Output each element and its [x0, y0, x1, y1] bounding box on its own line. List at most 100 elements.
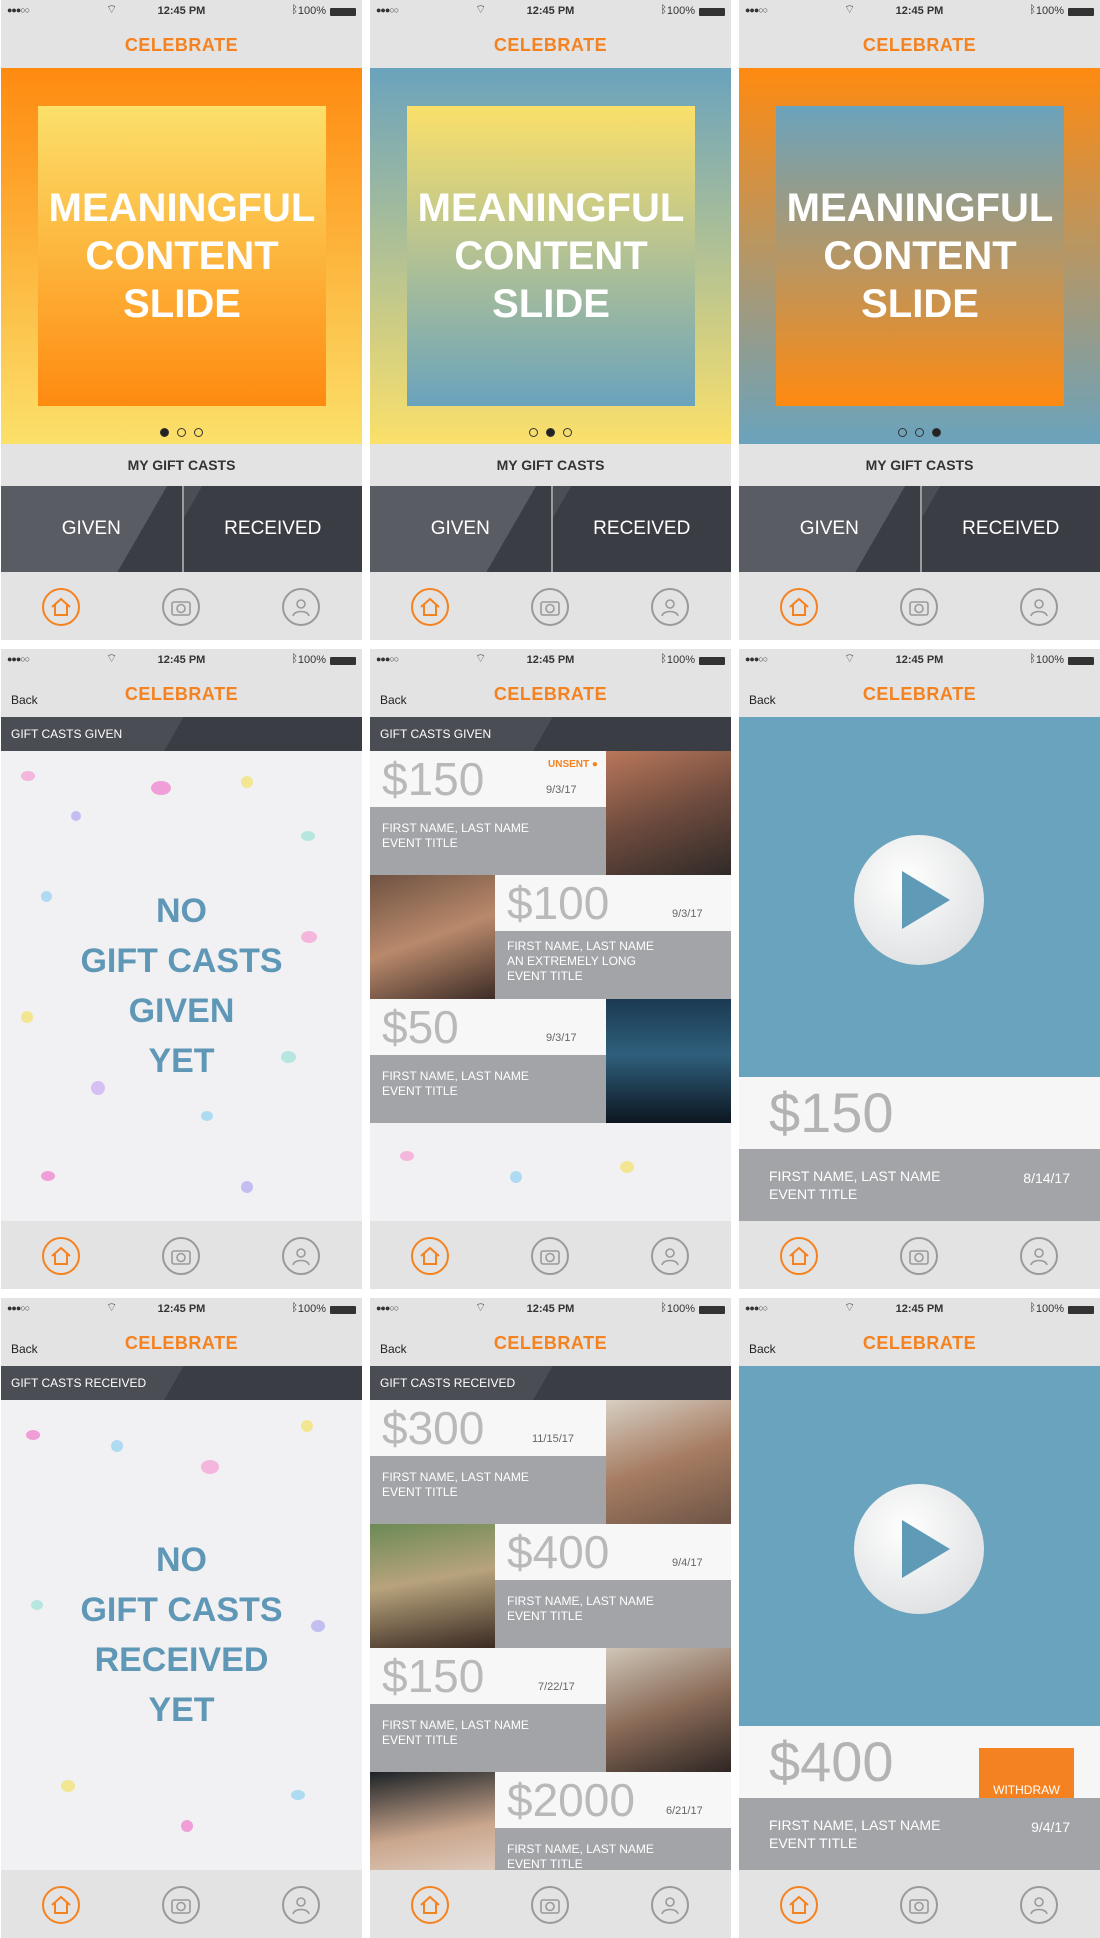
unsent-label: UNSENT — [548, 759, 590, 770]
profile-icon[interactable] — [1020, 588, 1058, 626]
pager-dots[interactable] — [1, 424, 362, 442]
given-received-tabs: GIVEN RECEIVED — [1, 486, 362, 572]
gift-amount: $150 — [739, 1077, 1100, 1149]
profile-icon[interactable] — [282, 588, 320, 626]
gift-date: 9/3/17 — [672, 908, 703, 920]
battery-percent: 100% — [297, 654, 326, 666]
pager-dot[interactable] — [898, 428, 907, 437]
header: Back CELEBRATE — [370, 1320, 731, 1366]
list-item[interactable]: $150 UNSENT ● 9/3/17 FIRST NAME, LAST NA… — [370, 751, 731, 875]
bottom-tab-bar — [370, 1870, 731, 1938]
slide-background[interactable]: MEANINGFUL CONTENT SLIDE — [739, 68, 1100, 444]
status-bar: ●●●○○ ⌔ 12:45 PM ᛒ 100% — [1, 649, 362, 671]
profile-icon[interactable] — [651, 588, 689, 626]
pager-dot[interactable] — [177, 428, 186, 437]
tab-given[interactable]: GIVEN — [739, 486, 920, 572]
profile-icon[interactable] — [651, 1237, 689, 1275]
camera-icon[interactable] — [162, 1886, 200, 1924]
home-icon[interactable] — [411, 588, 449, 626]
section-header: GIFT CASTS GIVEN — [370, 717, 731, 751]
pager-dot[interactable] — [194, 428, 203, 437]
empty-line-2: GIFT CASTS — [80, 1591, 283, 1629]
pager-dot[interactable] — [563, 428, 572, 437]
pager-dot[interactable] — [915, 428, 924, 437]
gift-info: FIRST NAME, LAST NAME EVENT TITLE — [370, 807, 606, 875]
tab-received[interactable]: RECEIVED — [181, 486, 362, 572]
header: Back CELEBRATE — [1, 1320, 362, 1366]
sender-name: FIRST NAME, LAST NAME — [769, 1817, 941, 1833]
bottom-tab-bar — [1, 572, 362, 640]
home-icon[interactable] — [780, 1886, 818, 1924]
slide-line-2: CONTENT — [85, 234, 279, 278]
camera-icon[interactable] — [900, 588, 938, 626]
camera-icon[interactable] — [900, 1237, 938, 1275]
profile-icon[interactable] — [651, 1886, 689, 1924]
list-item[interactable]: $50 9/3/17 FIRST NAME, LAST NAME EVENT TI… — [370, 999, 731, 1123]
gift-photo — [370, 1524, 495, 1648]
status-bar: ●●●○○ ⌔ 12:45 PM ᛒ 100% — [739, 649, 1100, 671]
camera-icon[interactable] — [900, 1886, 938, 1924]
pager-dots[interactable] — [739, 424, 1100, 442]
pager-dot[interactable] — [932, 428, 941, 437]
battery-icon — [330, 657, 356, 665]
battery-percent: 100% — [1035, 5, 1064, 17]
app-title: CELEBRATE — [493, 1333, 608, 1353]
bottom-tab-bar — [370, 572, 731, 640]
gift-info: FIRST NAME, LAST NAME EVENT TITLE — [370, 1055, 606, 1123]
gift-photo — [606, 751, 731, 875]
header: Back CELEBRATE — [739, 1320, 1100, 1366]
app-title: CELEBRATE — [862, 684, 977, 704]
home-icon[interactable] — [42, 1237, 80, 1275]
play-icon — [902, 871, 950, 929]
app-title: CELEBRATE — [124, 1333, 239, 1353]
slide-background[interactable]: MEANINGFUL CONTENT SLIDE — [1, 68, 362, 444]
pager-dot[interactable] — [546, 428, 555, 437]
pager-dot[interactable] — [529, 428, 538, 437]
tab-given[interactable]: GIVEN — [370, 486, 551, 572]
camera-icon[interactable] — [531, 588, 569, 626]
pager-dot[interactable] — [160, 428, 169, 437]
camera-icon[interactable] — [531, 1886, 569, 1924]
app-title: CELEBRATE — [124, 684, 239, 704]
profile-icon[interactable] — [282, 1886, 320, 1924]
camera-icon[interactable] — [162, 588, 200, 626]
tab-received[interactable]: RECEIVED — [550, 486, 731, 572]
bottom-tab-bar — [739, 1870, 1100, 1938]
tab-received[interactable]: RECEIVED — [919, 486, 1100, 572]
pager-dots[interactable] — [370, 424, 731, 442]
home-icon[interactable] — [42, 1886, 80, 1924]
camera-icon[interactable] — [531, 1237, 569, 1275]
list-item[interactable]: $400 9/4/17 FIRST NAME, LAST NAME EVENT T… — [370, 1524, 731, 1648]
tab-given[interactable]: GIVEN — [1, 486, 182, 572]
play-button[interactable] — [854, 835, 984, 965]
event-title: EVENT TITLE — [382, 836, 458, 850]
profile-icon[interactable] — [1020, 1886, 1058, 1924]
slide-content: MEANINGFUL CONTENT SLIDE — [776, 106, 1064, 406]
given-received-tabs: GIVEN RECEIVED — [739, 486, 1100, 572]
slide-background[interactable]: MEANINGFUL CONTENT SLIDE — [370, 68, 731, 444]
gift-date: 7/22/17 — [538, 1681, 575, 1693]
profile-icon[interactable] — [282, 1237, 320, 1275]
video-player — [739, 1366, 1100, 1726]
profile-icon[interactable] — [1020, 1237, 1058, 1275]
list-item[interactable]: $300 11/15/17 FIRST NAME, LAST NAME EVENT… — [370, 1400, 731, 1524]
home-icon[interactable] — [411, 1886, 449, 1924]
event-title: EVENT TITLE — [507, 1857, 583, 1871]
camera-icon[interactable] — [162, 1237, 200, 1275]
home-icon[interactable] — [780, 1237, 818, 1275]
list-item[interactable]: $100 9/3/17 FIRST NAME, LAST NAME AN EXTR… — [370, 875, 731, 999]
header: CELEBRATE — [739, 22, 1100, 68]
status-bar: ●●●○○ ⌔ 12:45 PM ᛒ 100% — [739, 1298, 1100, 1320]
home-icon[interactable] — [411, 1237, 449, 1275]
home-icon[interactable] — [42, 588, 80, 626]
battery-percent: 100% — [1035, 1303, 1064, 1315]
play-button[interactable] — [854, 1484, 984, 1614]
empty-line-3: GIVEN — [128, 992, 235, 1030]
app-title: CELEBRATE — [493, 684, 608, 704]
slide-line-1: MEANINGFUL — [786, 186, 1054, 230]
list-item[interactable]: $150 7/22/17 FIRST NAME, LAST NAME EVENT … — [370, 1648, 731, 1772]
slide-line-1: MEANINGFUL — [417, 186, 685, 230]
play-icon — [902, 1520, 950, 1578]
event-title: EVENT TITLE — [769, 1835, 858, 1851]
home-icon[interactable] — [780, 588, 818, 626]
